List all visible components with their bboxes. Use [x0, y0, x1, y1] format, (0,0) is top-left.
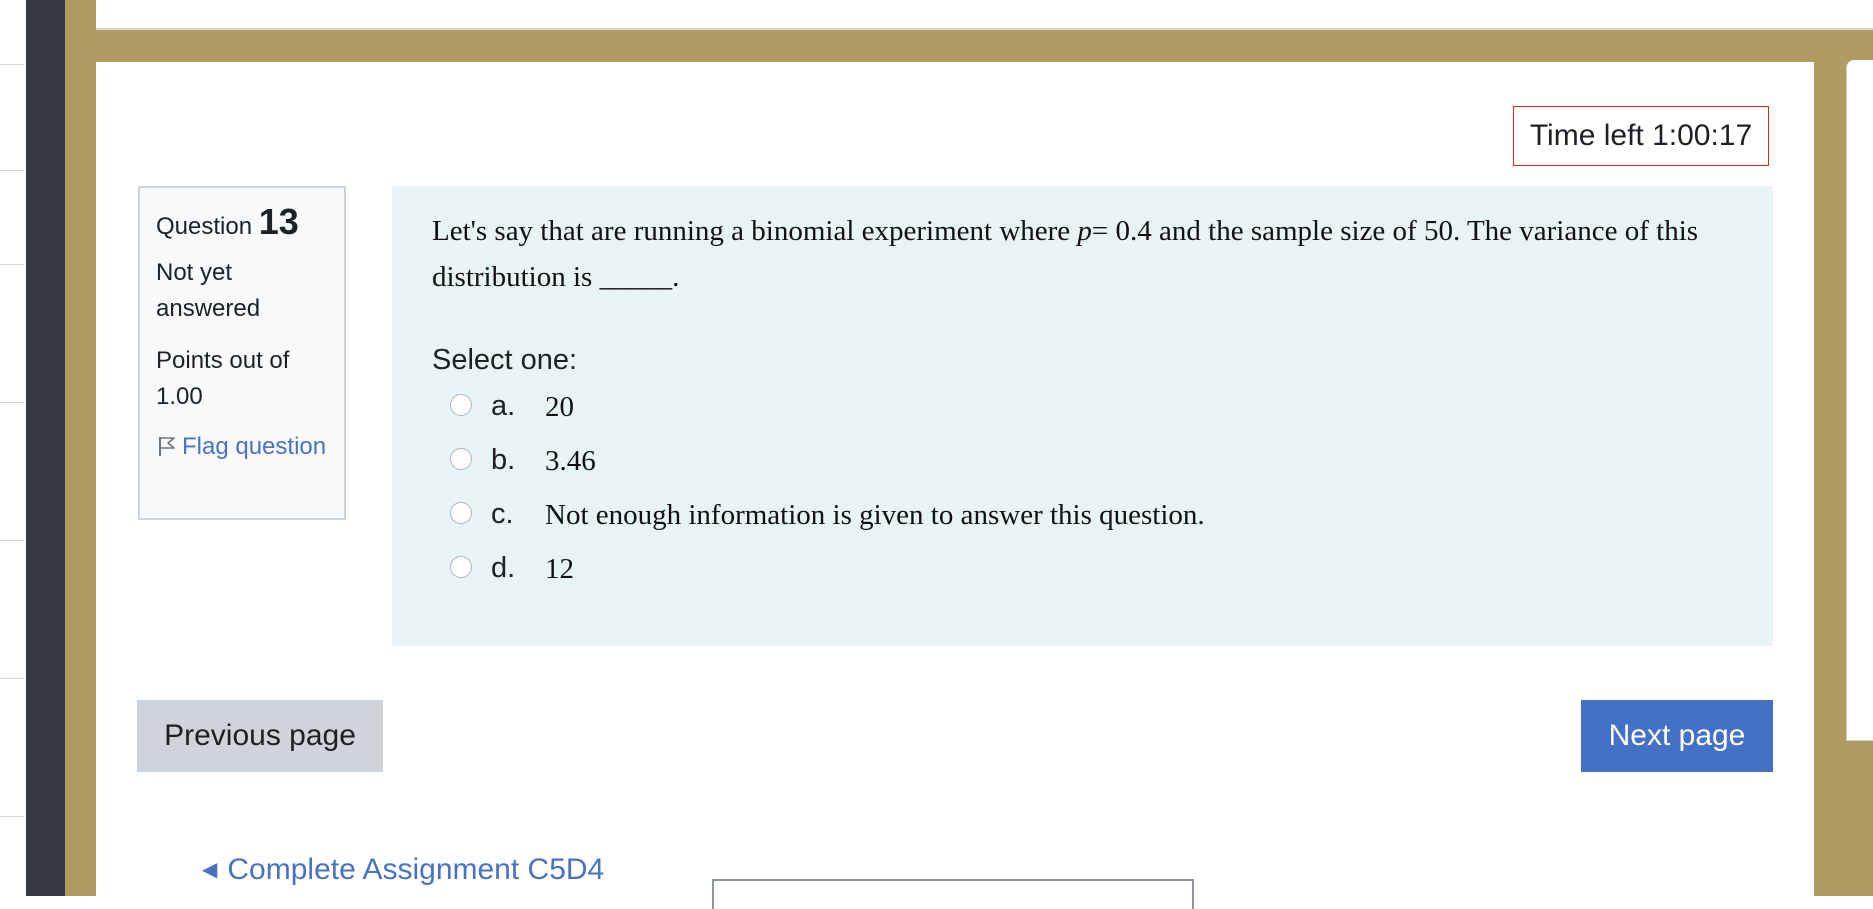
- question-text-part: Let's say that are running a binomial ex…: [432, 215, 1078, 247]
- question-number: Question 13: [156, 202, 328, 247]
- previous-activity-label: Complete Assignment C5D4: [227, 853, 605, 886]
- answer-letter: c.: [491, 498, 514, 530]
- answer-option-a[interactable]: a. 20: [432, 386, 1733, 440]
- divider: [0, 64, 24, 65]
- question-formulation: Let's say that are running a binomial ex…: [392, 186, 1773, 646]
- side-drawer-bar: [26, 0, 65, 896]
- right-block-panel: [1846, 60, 1873, 741]
- question-state: Not yet answered: [156, 259, 261, 322]
- divider: [0, 170, 24, 171]
- question-variable: p: [1077, 215, 1092, 247]
- answer-option-c[interactable]: c. Not enough information is given to an…: [432, 494, 1733, 548]
- header-area: [96, 0, 1873, 30]
- answer-option-d[interactable]: d. 12: [432, 548, 1733, 602]
- previous-page-button[interactable]: Previous page: [137, 700, 383, 772]
- answer-prompt: Select one:: [432, 344, 578, 376]
- divider: [0, 540, 24, 541]
- divider: [0, 264, 24, 265]
- answer-letter: a.: [491, 390, 516, 422]
- main-content: Time left 1:00:17 Question 13 Not yet an…: [96, 62, 1814, 909]
- next-page-button[interactable]: Next page: [1581, 700, 1773, 772]
- left-drawer-strip: [0, 0, 26, 896]
- answer-radio[interactable]: [450, 502, 472, 524]
- caret-left-icon: ◀: [202, 859, 218, 881]
- timer-label: Time left: [1529, 119, 1644, 152]
- answer-letter: b.: [491, 444, 516, 476]
- jump-to-activity-select[interactable]: [712, 879, 1194, 909]
- answer-option-b[interactable]: b. 3.46: [432, 440, 1733, 494]
- answer-text[interactable]: 3.46: [545, 440, 596, 482]
- divider: [0, 678, 24, 679]
- question-text: Let's say that are running a binomial ex…: [432, 208, 1733, 300]
- answer-radio[interactable]: [450, 394, 472, 416]
- question-grade: Points out of 1.00: [156, 347, 290, 410]
- divider: [0, 402, 24, 403]
- answer-text[interactable]: 12: [545, 548, 574, 590]
- divider: [0, 816, 24, 817]
- previous-activity-link[interactable]: ◀ Complete Assignment C5D4: [202, 850, 604, 890]
- question-number-value: 13: [258, 201, 299, 242]
- question-label: Question: [156, 213, 253, 240]
- quiz-timer: Time left 1:00:17: [1513, 106, 1769, 166]
- answer-text[interactable]: Not enough information is given to answe…: [545, 494, 1205, 536]
- answer-text[interactable]: 20: [545, 386, 574, 428]
- flag-icon: [159, 437, 175, 456]
- answer-list: a. 20 b. 3.46 c. Not enough information …: [432, 386, 1733, 602]
- answer-letter: d.: [491, 552, 516, 584]
- flag-question-link[interactable]: Flag question: [156, 429, 328, 465]
- answer-radio[interactable]: [450, 556, 472, 578]
- flag-question-label: Flag question: [182, 433, 327, 460]
- timer-value: 1:00:17: [1652, 119, 1753, 152]
- question-info-panel: Question 13 Not yet answered Points out …: [138, 186, 346, 520]
- answer-radio[interactable]: [450, 448, 472, 470]
